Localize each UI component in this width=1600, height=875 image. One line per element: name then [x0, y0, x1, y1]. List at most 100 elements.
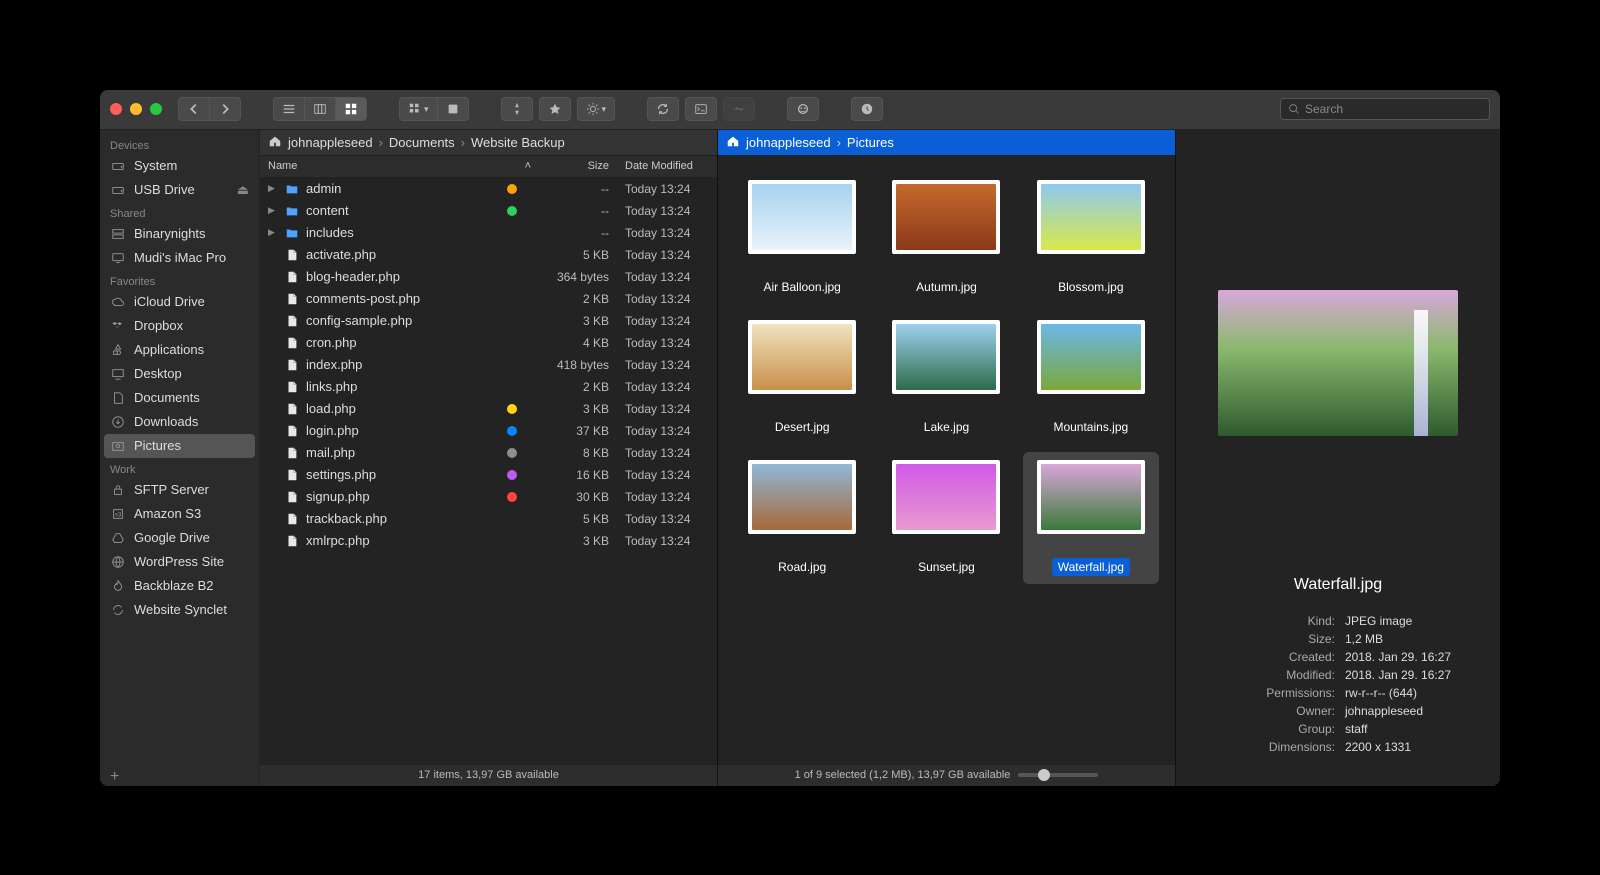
file-row[interactable]: ▶admin--Today 13:24: [260, 178, 717, 200]
file-row[interactable]: links.php2 KBToday 13:24: [260, 376, 717, 398]
left-breadcrumb[interactable]: johnappleseed›Documents›Website Backup: [260, 130, 717, 156]
activity-button[interactable]: [851, 97, 883, 121]
file-date: Today 13:24: [617, 534, 717, 548]
thumbnail-item[interactable]: Road.jpg: [734, 452, 870, 584]
sidebar-heading: Work: [100, 458, 259, 478]
sidebar-item[interactable]: System: [100, 154, 259, 178]
terminal-button[interactable]: [685, 97, 717, 121]
file-row[interactable]: comments-post.php2 KBToday 13:24: [260, 288, 717, 310]
sidebar-item[interactable]: Backblaze B2: [100, 574, 259, 598]
sidebar-item[interactable]: Downloads: [100, 410, 259, 434]
breadcrumb-segment[interactable]: Website Backup: [471, 135, 565, 150]
icon-view-button[interactable]: [335, 97, 367, 121]
sidebar-item[interactable]: Pictures: [104, 434, 255, 458]
list-view-button[interactable]: [273, 97, 304, 121]
hidden-files-button[interactable]: [437, 97, 469, 121]
sidebar-item[interactable]: Google Drive: [100, 526, 259, 550]
sidebar-item[interactable]: Dropbox: [100, 314, 259, 338]
thumbnail-item[interactable]: Air Balloon.jpg: [734, 172, 870, 304]
right-breadcrumb[interactable]: johnappleseed›Pictures: [718, 130, 1175, 156]
file-icon: [284, 247, 300, 263]
thumbnail-item[interactable]: Autumn.jpg: [878, 172, 1014, 304]
file-name: mail.php: [306, 445, 355, 460]
sync-button[interactable]: [647, 97, 679, 121]
sidebar-item[interactable]: s3Amazon S3: [100, 502, 259, 526]
sidebar-item[interactable]: Documents: [100, 386, 259, 410]
minimize-button[interactable]: [130, 103, 142, 115]
sidebar-item[interactable]: Binarynights: [100, 222, 259, 246]
chevron-right-icon: ›: [461, 135, 465, 150]
close-button[interactable]: [110, 103, 122, 115]
sidebar-item[interactable]: Applications: [100, 338, 259, 362]
cloud-icon: [110, 294, 126, 310]
file-row[interactable]: ▶content--Today 13:24: [260, 200, 717, 222]
thumbnail-item[interactable]: Lake.jpg: [878, 312, 1014, 444]
zoom-button[interactable]: [150, 103, 162, 115]
thumbnail-item[interactable]: Sunset.jpg: [878, 452, 1014, 584]
sidebar-item[interactable]: Mudi's iMac Pro: [100, 246, 259, 270]
icon-size-slider[interactable]: [1018, 773, 1098, 777]
disclosure-triangle[interactable]: ▶: [268, 227, 278, 238]
breadcrumb-segment[interactable]: Pictures: [847, 135, 894, 150]
thumbnail-item[interactable]: Desert.jpg: [734, 312, 870, 444]
file-row[interactable]: activate.php5 KBToday 13:24: [260, 244, 717, 266]
arrange-button[interactable]: ▾: [399, 97, 437, 121]
sidebar-item[interactable]: iCloud Drive: [100, 290, 259, 314]
sidebar-item[interactable]: Desktop: [100, 362, 259, 386]
file-row[interactable]: blog-header.php364 bytesToday 13:24: [260, 266, 717, 288]
file-row[interactable]: xmlrpc.php3 KBToday 13:24: [260, 530, 717, 552]
search-placeholder: Search: [1305, 102, 1343, 116]
file-name: load.php: [306, 401, 356, 416]
file-row[interactable]: index.php418 bytesToday 13:24: [260, 354, 717, 376]
file-date: Today 13:24: [617, 226, 717, 240]
file-row[interactable]: cron.php4 KBToday 13:24: [260, 332, 717, 354]
file-row[interactable]: signup.php30 KBToday 13:24: [260, 486, 717, 508]
back-button[interactable]: [178, 97, 209, 121]
file-date: Today 13:24: [617, 314, 717, 328]
file-row[interactable]: mail.php8 KBToday 13:24: [260, 442, 717, 464]
file-row[interactable]: trackback.php5 KBToday 13:24: [260, 508, 717, 530]
quick-open-button[interactable]: [501, 97, 533, 121]
sidebar-item-label: Desktop: [134, 366, 182, 381]
thumbnail-item[interactable]: Blossom.jpg: [1023, 172, 1159, 304]
col-date-header[interactable]: Date Modified: [617, 160, 717, 172]
file-row[interactable]: config-sample.php3 KBToday 13:24: [260, 310, 717, 332]
favorites-button[interactable]: [539, 97, 571, 121]
thumbnail-label: Air Balloon.jpg: [757, 278, 846, 296]
thumbnail-item[interactable]: Mountains.jpg: [1023, 312, 1159, 444]
meta-value: 2018. Jan 29. 16:27: [1345, 668, 1451, 682]
eject-icon[interactable]: ⏏: [237, 182, 249, 198]
search-input[interactable]: Search: [1280, 98, 1490, 120]
sidebar-item[interactable]: USB Drive⏏: [100, 178, 259, 202]
file-icon: [284, 335, 300, 351]
thumbnail-label: Mountains.jpg: [1047, 418, 1134, 436]
col-name-header[interactable]: Name ˄: [260, 160, 537, 172]
sync-icon: [110, 602, 126, 618]
add-location-button[interactable]: +: [100, 762, 259, 786]
tags-button[interactable]: [787, 97, 819, 121]
sidebar-item[interactable]: SFTP Server: [100, 478, 259, 502]
column-view-button[interactable]: [304, 97, 335, 121]
file-row[interactable]: login.php37 KBToday 13:24: [260, 420, 717, 442]
file-row[interactable]: ▶includes--Today 13:24: [260, 222, 717, 244]
file-row[interactable]: load.php3 KBToday 13:24: [260, 398, 717, 420]
forward-button[interactable]: [209, 97, 241, 121]
file-size: 2 KB: [537, 292, 617, 306]
breadcrumb-segment[interactable]: johnappleseed: [746, 135, 831, 150]
sidebar-item[interactable]: Website Synclet: [100, 598, 259, 622]
preview-title: Waterfall.jpg: [1294, 576, 1382, 594]
disclosure-triangle[interactable]: ▶: [268, 205, 278, 216]
disclosure-triangle[interactable]: ▶: [268, 183, 278, 194]
meta-value: rw-r--r-- (644): [1345, 686, 1451, 700]
thumbnail-label: Sunset.jpg: [912, 558, 981, 576]
compare-button[interactable]: [723, 97, 755, 121]
breadcrumb-segment[interactable]: johnappleseed: [288, 135, 373, 150]
file-row[interactable]: settings.php16 KBToday 13:24: [260, 464, 717, 486]
sidebar-item[interactable]: WordPress Site: [100, 550, 259, 574]
breadcrumb-segment[interactable]: Documents: [389, 135, 455, 150]
sidebar-item-label: Pictures: [134, 438, 181, 453]
action-button[interactable]: ▾: [577, 97, 616, 121]
tag-dot: [507, 426, 517, 436]
thumbnail-item[interactable]: Waterfall.jpg: [1023, 452, 1159, 584]
col-size-header[interactable]: Size: [537, 160, 617, 172]
